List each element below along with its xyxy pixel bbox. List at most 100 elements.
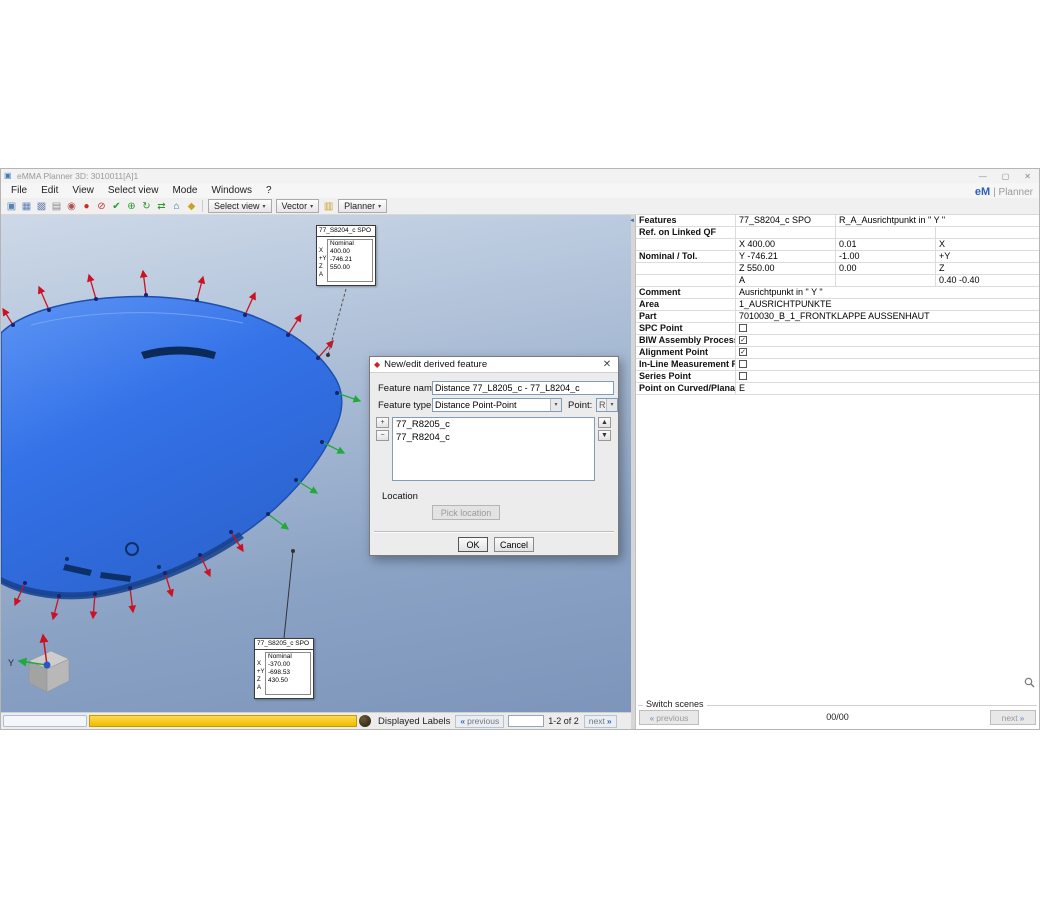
property-label: Area — [636, 299, 736, 310]
chevron-down-icon: ▾ — [310, 203, 313, 210]
list-view-icon[interactable]: ▤ — [49, 200, 64, 213]
tile-windows-icon[interactable]: ▦ — [19, 200, 34, 213]
next-label: next — [589, 716, 605, 726]
cancel-button[interactable]: Cancel — [494, 537, 534, 552]
minimize-button[interactable]: — — [979, 172, 987, 181]
checkbox[interactable] — [739, 372, 747, 380]
scene-next-button[interactable]: next» — [990, 710, 1036, 725]
select-view-dropdown[interactable]: Select view▾ — [208, 199, 272, 213]
menu-item-windows[interactable]: Windows — [204, 183, 259, 198]
feature-list-item[interactable]: 77_R8204_c — [393, 431, 594, 444]
snapshot-icon[interactable]: ◉ — [64, 200, 79, 213]
feature-list-item[interactable]: 77_R8205_c — [393, 418, 594, 431]
title-bar[interactable]: ▣ eMMA Planner 3D: 3010011[A]1 — ▢ ✕ — [1, 169, 1039, 183]
swap-view-icon[interactable]: ⇄ — [154, 200, 169, 213]
checkbox[interactable]: ✓ — [739, 348, 747, 356]
measurement-label-1[interactable]: 77_S8204_c SPONominal400.00-746.21550.00… — [316, 225, 376, 286]
checkbox[interactable] — [739, 360, 747, 368]
brand-planner: | Planner — [993, 187, 1033, 198]
switch-scenes-group: Switch scenes «previous 00/00 next» — [638, 698, 1037, 728]
progress-bar — [89, 715, 357, 727]
callout-section: Nominal — [330, 240, 370, 248]
progress-knob-icon[interactable] — [359, 715, 371, 727]
menu-item-edit[interactable]: Edit — [34, 183, 65, 198]
derived-feature-dialog: ◆ New/edit derived feature ✕ Feature nam… — [369, 356, 619, 556]
hood-model[interactable] — [1, 297, 342, 600]
property-value: Z — [936, 263, 1039, 274]
move-down-button[interactable]: ▼ — [598, 430, 611, 441]
dialog-title-bar[interactable]: ◆ New/edit derived feature ✕ — [370, 357, 618, 373]
property-label: BIW Assembly Process — [636, 335, 736, 346]
menu-item-select-view[interactable]: Select view — [101, 183, 166, 198]
window-icon[interactable]: ▣ — [4, 200, 19, 213]
previous-label: previous — [467, 716, 499, 726]
home-view-icon[interactable]: ⌂ — [169, 200, 184, 213]
menu-item-file[interactable]: File — [4, 183, 34, 198]
chevron-down-icon: ▾ — [263, 203, 266, 210]
bookmark-icon[interactable]: ◆ — [184, 200, 199, 213]
callout-section: Nominal — [268, 653, 308, 661]
stop-icon[interactable]: ⊘ — [94, 200, 109, 213]
feature-type-select[interactable]: Distance Point-Point ▾ — [432, 398, 562, 412]
property-value: 0.40 -0.40 — [936, 275, 1039, 286]
property-value: E — [736, 383, 1039, 394]
property-row: Area1_AUSRICHTPUNKTE — [636, 299, 1039, 311]
planner-label: Planner — [344, 201, 375, 211]
labels-previous-button[interactable]: «previous — [455, 715, 504, 728]
remove-item-button[interactable]: − — [376, 430, 389, 441]
zoom-fit-icon[interactable]: ⊕ — [124, 200, 139, 213]
callout-value: 550.00 — [330, 264, 370, 272]
label-page-input[interactable] — [508, 715, 544, 727]
feature-listbox[interactable]: 77_R8205_c77_R8204_c — [392, 417, 595, 481]
property-value — [836, 227, 936, 238]
property-value — [736, 227, 836, 238]
menu-item-mode[interactable]: Mode — [165, 183, 204, 198]
labels-next-button[interactable]: next» — [584, 715, 617, 728]
measurement-label-2[interactable]: 77_S8205_c SPONominal-370.00-698.53430.5… — [254, 638, 314, 699]
menu-item-help[interactable]: ? — [259, 183, 279, 198]
pick-location-button[interactable]: Pick location — [432, 505, 500, 520]
property-label: Ref. on Linked QF — [636, 227, 736, 238]
magnifier-icon[interactable] — [1024, 675, 1035, 693]
property-value — [936, 227, 1039, 238]
toolbar-separator — [202, 200, 203, 212]
switch-scenes-label: Switch scenes — [643, 699, 707, 709]
property-row: CommentAusrichtpunkt in " Y " — [636, 287, 1039, 299]
property-label: Nominal / Tol. — [636, 251, 736, 262]
record-icon[interactable]: ● — [79, 200, 94, 213]
move-up-button[interactable]: ▲ — [598, 417, 611, 428]
labels-icon[interactable]: ▥ — [321, 200, 336, 213]
vector-dropdown[interactable]: Vector▾ — [276, 199, 320, 213]
orientation-cube[interactable]: Y — [8, 635, 69, 692]
checkbox[interactable]: ✓ — [739, 336, 747, 344]
feature-name-input[interactable] — [432, 381, 614, 395]
checkbox[interactable] — [739, 324, 747, 332]
property-row: Point on Curved/PlanarE — [636, 383, 1039, 395]
property-label — [636, 275, 736, 286]
property-label — [636, 263, 736, 274]
property-label: Part — [636, 311, 736, 322]
close-button[interactable]: ✕ — [1024, 172, 1031, 181]
ok-button[interactable]: OK — [458, 537, 488, 552]
add-item-button[interactable]: + — [376, 417, 389, 428]
scene-counter: 00/00 — [638, 712, 1037, 722]
planner-dropdown[interactable]: Planner▾ — [338, 199, 387, 213]
property-row: SPC Point — [636, 323, 1039, 335]
maximize-button[interactable]: ▢ — [1002, 172, 1010, 181]
rotate-view-icon[interactable]: ↻ — [139, 200, 154, 213]
property-row: Z 550.000.00Z — [636, 263, 1039, 275]
property-value: 0.01 — [836, 239, 936, 250]
dialog-close-icon[interactable]: ✕ — [600, 359, 614, 370]
menu-item-view[interactable]: View — [65, 183, 101, 198]
callout-value: 430.50 — [268, 677, 308, 685]
confirm-icon[interactable]: ✔ — [109, 200, 124, 213]
scrollbar-thumb[interactable] — [3, 715, 87, 727]
property-row: Series Point — [636, 371, 1039, 383]
callout-value: 400.00 — [330, 248, 370, 256]
toolbar: ▣▦▩▤◉●⊘✔⊕↻⇄⌂◆ Select view▾ Vector▾ ▥ Pla… — [1, 198, 1039, 215]
cascade-windows-icon[interactable]: ▩ — [34, 200, 49, 213]
point-select: R ▾ — [596, 398, 618, 412]
property-row: Part7010030_B_1_FRONTKLAPPE AUSSENHAUT — [636, 311, 1039, 323]
dialog-icon: ◆ — [374, 360, 380, 369]
property-value: 7010030_B_1_FRONTKLAPPE AUSSENHAUT — [736, 311, 1039, 322]
